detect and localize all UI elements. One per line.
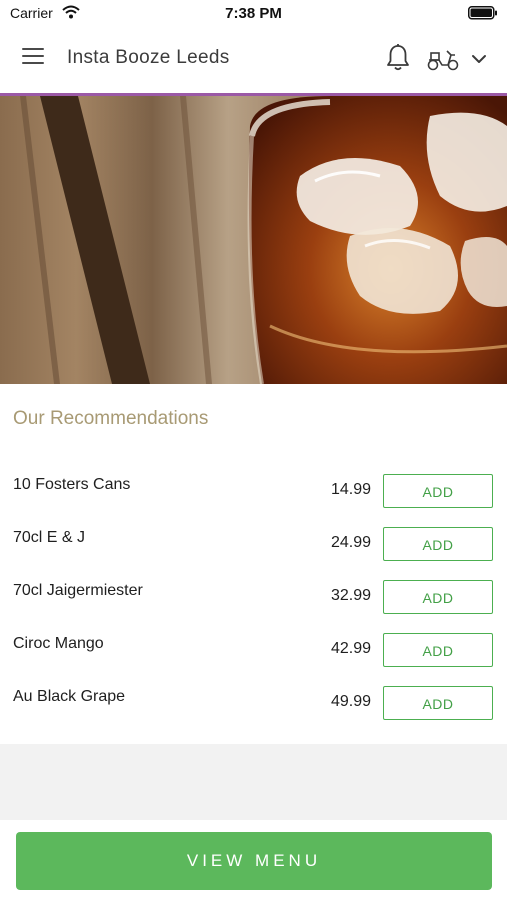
recommendations-list: 10 Fosters Cans 14.99 ADD 70cl E & J 24.… [0, 466, 507, 731]
add-button[interactable]: ADD [383, 580, 493, 614]
content-divider-band [0, 744, 507, 820]
chevron-down-icon[interactable] [469, 50, 489, 68]
list-item: Au Black Grape 49.99 ADD [0, 678, 507, 731]
product-name: 70cl Jaigermiester [13, 582, 143, 599]
add-button[interactable]: ADD [383, 474, 493, 508]
product-name: Au Black Grape [13, 688, 126, 705]
add-button[interactable]: ADD [383, 686, 493, 720]
product-name: 10 Fosters Cans [13, 476, 131, 493]
bell-icon[interactable] [385, 43, 411, 73]
menu-icon[interactable] [20, 48, 48, 70]
list-item: 70cl E & J 24.99 ADD [0, 519, 507, 572]
product-price: 42.99 [330, 640, 371, 657]
app-header: Insta Booze Leeds [0, 26, 507, 93]
scooter-icon[interactable] [426, 46, 460, 72]
hero-image [0, 96, 507, 384]
product-name: 70cl E & J [13, 529, 86, 546]
footer: VIEW MENU [0, 820, 507, 900]
list-item: Ciroc Mango 42.99 ADD [0, 625, 507, 678]
battery-icon [468, 6, 498, 25]
product-price: 24.99 [330, 534, 371, 551]
add-button[interactable]: ADD [383, 527, 493, 561]
product-price: 14.99 [330, 481, 371, 498]
recommendations-heading: Our Recommendations [13, 408, 209, 429]
product-price: 49.99 [330, 693, 371, 710]
status-time: 7:38 PM [225, 5, 282, 22]
page-title: Insta Booze Leeds [67, 47, 230, 68]
status-bar: Carrier 7:38 PM [0, 0, 507, 26]
product-name: Ciroc Mango [13, 635, 104, 652]
product-price: 32.99 [330, 587, 371, 604]
view-menu-button[interactable]: VIEW MENU [16, 832, 492, 890]
list-item: 70cl Jaigermiester 32.99 ADD [0, 572, 507, 625]
add-button[interactable]: ADD [383, 633, 493, 667]
list-item: 10 Fosters Cans 14.99 ADD [0, 466, 507, 519]
